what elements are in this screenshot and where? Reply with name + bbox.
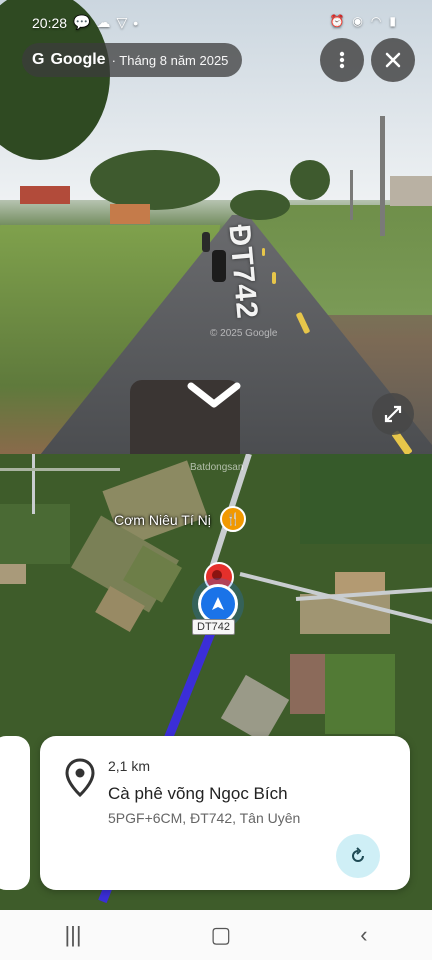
restaurant-icon[interactable]: 🍴 [220,506,246,532]
navigation-arrow-icon [212,597,224,610]
road-shield: DT742 [192,619,236,635]
tree [230,190,290,220]
shield-icon: ▽ [116,14,128,30]
more-options-button[interactable] [320,38,364,82]
field-patch [290,654,325,714]
tree [290,160,330,200]
refresh-icon [352,847,364,862]
status-icons: ⏰ ◉ ◠ ▮ [329,14,396,28]
refresh-button[interactable] [336,834,380,878]
close-button[interactable] [371,38,415,82]
map-road [32,454,35,514]
streetview-info-pill[interactable]: G Google · Tháng 8 năm 2025 [22,43,243,77]
back-icon[interactable]: ‹ [360,922,367,948]
cloud-icon: ☁ [96,14,111,30]
previous-place-card[interactable] [0,736,30,890]
building [390,176,432,206]
motorbike [202,232,210,252]
expand-button[interactable] [372,393,414,435]
utility-pole [350,170,353,220]
pin-center [212,570,222,580]
capture-date: · Tháng 8 năm 2025 [111,52,229,68]
chevron-down-icon[interactable] [187,380,241,410]
lane-mark [262,248,265,256]
expand-icon [384,405,402,423]
map-road [0,468,120,471]
wifi-icon: ◠ [370,14,382,28]
field-patch [325,654,395,734]
utility-pole [380,116,385,236]
signal-icon: ▮ [389,14,396,28]
house-roof [20,186,70,204]
current-location-marker [198,584,238,624]
place-address: 5PGF+6CM, ĐT742, Tân Uyên [108,810,301,826]
place-name[interactable]: Cà phê võng Ngọc Bích [108,784,288,804]
location-pin-icon [65,758,95,798]
message-icon: 💬 [73,14,91,30]
field-patch [0,504,70,564]
system-nav-bar: ||| ▢ ‹ [0,910,432,960]
copyright-watermark: © 2025 Google [210,328,278,339]
dot-icon: • [133,14,139,31]
place-card[interactable]: 2,1 km Cà phê võng Ngọc Bích 5PGF+6CM, Đ… [40,736,410,890]
forest-patch [300,454,432,544]
google-logo-icon: G [32,51,45,68]
location-status-icon: ◉ [352,14,363,28]
poi-label[interactable]: Cơm Niêu Tí Nị [114,512,211,528]
status-bar: 20:28 💬 ☁ ▽ • [32,14,138,31]
alarm-icon: ⏰ [329,14,345,28]
brand-label: Google [50,51,106,68]
home-icon[interactable]: ▢ [211,922,232,948]
lane-mark [272,272,276,284]
tree [90,150,220,210]
map-watermark: Batdongsan [190,462,244,473]
clock: 20:28 [32,14,68,31]
place-distance: 2,1 km [108,758,151,774]
more-vert-icon [339,51,345,69]
recents-icon[interactable]: ||| [64,922,81,948]
building [110,204,150,224]
close-icon [385,52,401,68]
